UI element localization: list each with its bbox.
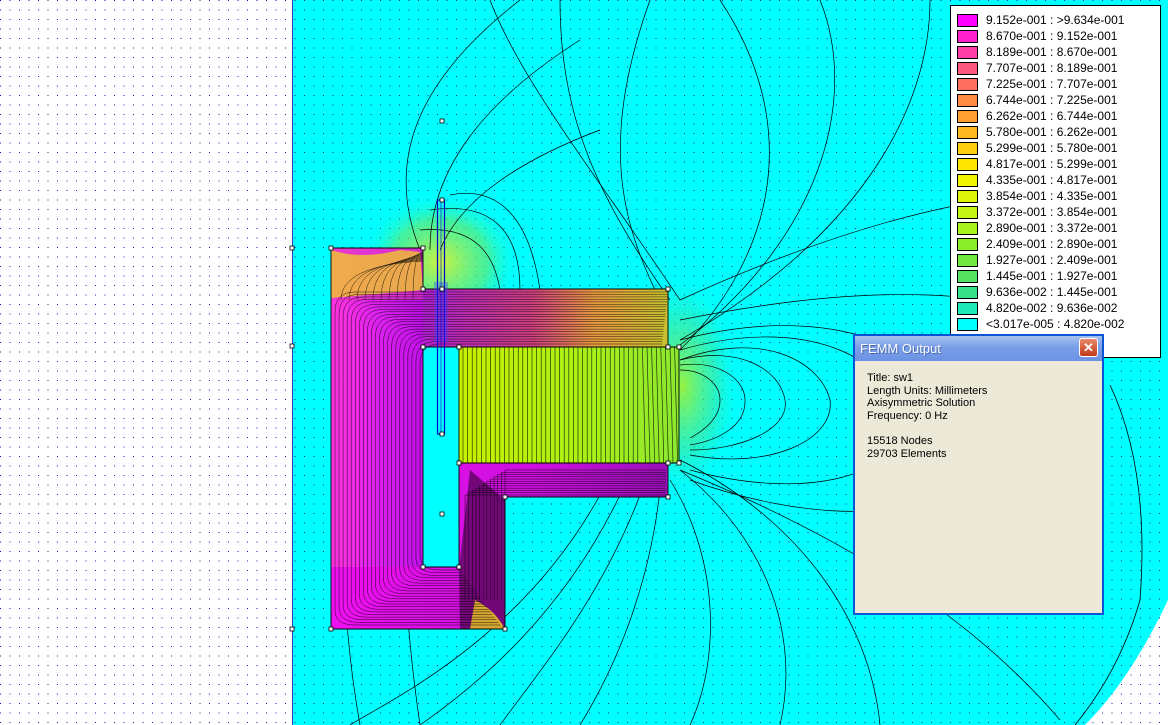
output-line-frequency: Frequency: 0 Hz: [867, 409, 948, 422]
node-marker[interactable]: [502, 494, 508, 500]
close-button[interactable]: ✕: [1079, 338, 1098, 357]
node-marker[interactable]: [665, 344, 671, 350]
legend-swatch: [957, 61, 978, 75]
legend-label: 6.262e-001 : 6.744e-001: [986, 109, 1118, 123]
node-marker[interactable]: [289, 343, 295, 349]
legend-swatch: [957, 285, 978, 299]
node-marker[interactable]: [420, 564, 426, 570]
legend-label: 4.335e-001 : 4.817e-001: [986, 173, 1118, 187]
legend-label: <3.017e-005 : 4.820e-002: [986, 317, 1125, 331]
legend-label: 5.780e-001 : 6.262e-001: [986, 125, 1118, 139]
legend-swatch: [957, 301, 978, 315]
node-marker[interactable]: [289, 626, 295, 632]
legend-swatch: [957, 93, 978, 107]
legend-label: 4.820e-002 : 9.636e-002: [986, 301, 1118, 315]
legend-swatch: [957, 125, 978, 139]
node-marker[interactable]: [420, 286, 426, 292]
node-marker[interactable]: [439, 511, 445, 517]
legend-swatch: [957, 29, 978, 43]
node-marker[interactable]: [439, 197, 445, 203]
node-marker[interactable]: [439, 286, 445, 292]
legend-row: 5.299e-001 : 5.780e-001: [957, 140, 1117, 156]
legend-row: 9.152e-001 : >9.634e-001: [957, 12, 1124, 28]
legend-swatch: [957, 221, 978, 235]
legend-swatch: [957, 173, 978, 187]
node-marker[interactable]: [665, 286, 671, 292]
legend-row: 5.780e-001 : 6.262e-001: [957, 124, 1117, 140]
output-line-elements: 29703 Elements: [867, 447, 947, 460]
legend-row: 8.670e-001 : 9.152e-001: [957, 28, 1117, 44]
legend-label: 9.636e-002 : 1.445e-001: [986, 285, 1118, 299]
legend-swatch: [957, 237, 978, 251]
node-marker[interactable]: [456, 344, 462, 350]
legend-swatch: [957, 45, 978, 59]
legend-row: 2.409e-001 : 2.890e-001: [957, 236, 1117, 252]
legend-row: 2.890e-001 : 3.372e-001: [957, 220, 1117, 236]
legend-swatch: [957, 77, 978, 91]
legend-label: 7.707e-001 : 8.189e-001: [986, 61, 1118, 75]
output-line-title: Title: sw1: [867, 372, 914, 384]
legend-label: 4.817e-001 : 5.299e-001: [986, 157, 1118, 171]
legend-swatch: [957, 269, 978, 283]
node-marker[interactable]: [439, 118, 445, 124]
legend-row: 6.744e-001 : 7.225e-001: [957, 92, 1117, 108]
node-marker[interactable]: [676, 460, 682, 466]
legend-row: 4.817e-001 : 5.299e-001: [957, 156, 1117, 172]
output-text: Title: sw1 Length Units: Millimeters Axi…: [855, 361, 1102, 471]
node-marker[interactable]: [502, 626, 508, 632]
legend-label: 8.670e-001 : 9.152e-001: [986, 29, 1118, 43]
legend-swatch: [957, 13, 978, 27]
legend-row: 1.927e-001 : 2.409e-001: [957, 252, 1117, 268]
femm-output-window[interactable]: FEMM Output ✕ Title: sw1 Length Units: M…: [853, 334, 1104, 615]
node-marker[interactable]: [289, 245, 295, 251]
legend-label: 3.372e-001 : 3.854e-001: [986, 205, 1118, 219]
node-marker[interactable]: [665, 494, 671, 500]
output-line-solution: Axisymmetric Solution: [867, 397, 976, 409]
node-marker[interactable]: [420, 344, 426, 350]
legend-label: 1.927e-001 : 2.409e-001: [986, 253, 1118, 267]
node-marker[interactable]: [439, 431, 445, 437]
legend-row: 1.445e-001 : 1.927e-001: [957, 268, 1117, 284]
legend-swatch: [957, 109, 978, 123]
core-top-bar: [423, 289, 668, 347]
output-line-units: Length Units: Millimeters: [867, 384, 988, 397]
output-line-nodes: 15518 Nodes: [867, 435, 933, 447]
legend-label: 2.890e-001 : 3.372e-001: [986, 221, 1118, 235]
node-marker[interactable]: [328, 626, 334, 632]
legend-row: 9.636e-002 : 1.445e-001: [957, 284, 1117, 300]
legend-label: 5.299e-001 : 5.780e-001: [986, 141, 1118, 155]
node-marker[interactable]: [420, 245, 426, 251]
contour-legend: 9.152e-001 : >9.634e-001 8.670e-001 : 9.1…: [950, 5, 1161, 358]
legend-row: 3.372e-001 : 3.854e-001: [957, 204, 1117, 220]
legend-row: 7.707e-001 : 8.189e-001: [957, 60, 1117, 76]
legend-label: 6.744e-001 : 7.225e-001: [986, 93, 1118, 107]
legend-row: <3.017e-005 : 4.820e-002: [957, 316, 1124, 332]
legend-swatch: [957, 317, 978, 331]
legend-swatch: [957, 189, 978, 203]
window-titlebar[interactable]: FEMM Output ✕: [855, 336, 1102, 361]
node-marker[interactable]: [665, 460, 671, 466]
node-marker[interactable]: [676, 344, 682, 350]
legend-row: 4.820e-002 : 9.636e-002: [957, 300, 1117, 316]
legend-row: 6.262e-001 : 6.744e-001: [957, 108, 1117, 124]
legend-swatch: [957, 157, 978, 171]
legend-label: 3.854e-001 : 4.335e-001: [986, 189, 1118, 203]
close-icon: ✕: [1083, 339, 1094, 355]
legend-swatch: [957, 141, 978, 155]
legend-label: 8.189e-001 : 8.670e-001: [986, 45, 1118, 59]
node-marker[interactable]: [456, 564, 462, 570]
legend-row: 4.335e-001 : 4.817e-001: [957, 172, 1117, 188]
legend-label: 1.445e-001 : 1.927e-001: [986, 269, 1118, 283]
legend-label: 9.152e-001 : >9.634e-001: [986, 13, 1125, 27]
legend-row: 3.854e-001 : 4.335e-001: [957, 188, 1117, 204]
window-title: FEMM Output: [860, 341, 941, 356]
node-marker[interactable]: [328, 245, 334, 251]
legend-row: 8.189e-001 : 8.670e-001: [957, 44, 1117, 60]
legend-label: 2.409e-001 : 2.890e-001: [986, 237, 1118, 251]
legend-row: 7.225e-001 : 7.707e-001: [957, 76, 1117, 92]
legend-label: 7.225e-001 : 7.707e-001: [986, 77, 1118, 91]
node-marker[interactable]: [456, 460, 462, 466]
legend-swatch: [957, 205, 978, 219]
legend-swatch: [957, 253, 978, 267]
